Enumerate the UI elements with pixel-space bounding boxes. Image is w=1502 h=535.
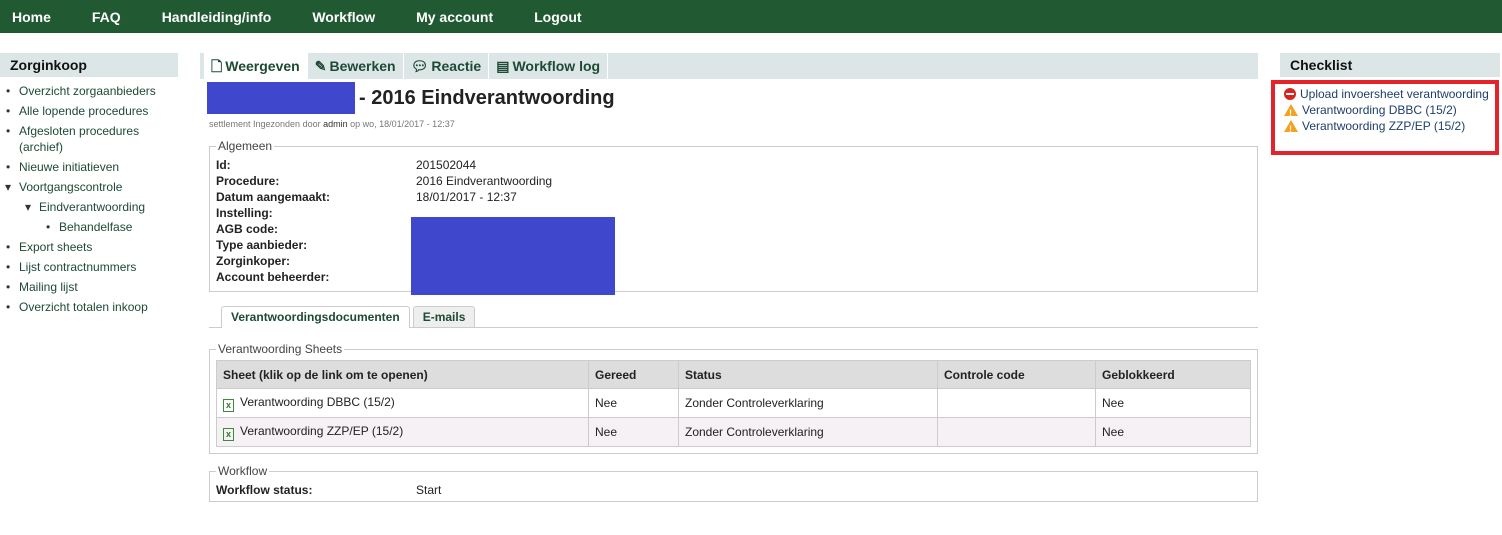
sidebar: Zorginkoop Overzicht zorgaanbieders Alle…	[0, 53, 178, 317]
sidebar-item[interactable]: Lijst contractnummers	[0, 257, 178, 277]
info-row: AGB code:	[216, 221, 1251, 237]
column-header: Controle code	[937, 360, 1096, 389]
checklist-item[interactable]: Verantwoording DBBC (15/2)	[1284, 102, 1495, 121]
cell-geblokkeerd: Nee	[1095, 388, 1251, 418]
info-row: Type aanbieder:	[216, 237, 1251, 253]
nav-handleiding[interactable]: Handleiding/info	[162, 9, 272, 25]
algemeen-fieldset: Algemeen Id: 201502044 Procedure: 2016 Eind…	[209, 139, 1258, 295]
info-label: Zorginkoper:	[216, 254, 290, 268]
info-row: Instelling:	[216, 205, 1251, 221]
pencil-icon: ✎	[314, 58, 327, 74]
table-row: x Verantwoording ZZP/EP (15/2) Nee Zonder…	[216, 417, 1251, 447]
sheet-link[interactable]: Verantwoording ZZP/EP (15/2)	[240, 424, 403, 438]
tab-weergeven[interactable]: 🗋 Weergeven	[204, 53, 308, 79]
sidebar-item[interactable]: Overzicht zorgaanbieders	[0, 81, 178, 101]
stop-icon	[1284, 88, 1296, 100]
info-row: Id: 201502044	[216, 157, 1251, 173]
sidebar-item[interactable]: Eindverantwoording	[0, 197, 178, 217]
info-value: 18/01/2017 - 12:37	[416, 190, 517, 204]
sheets-fieldset: Verantwoording Sheets Sheet (klik op de …	[209, 342, 1258, 454]
info-label: Type aanbieder:	[216, 238, 308, 252]
excel-file-icon: x	[223, 427, 234, 441]
redacted-block	[207, 82, 355, 114]
list-icon: ▤	[496, 58, 510, 74]
checklist-panel: Checklist Upload invoersheet verantwoord…	[1271, 53, 1500, 155]
info-label: Procedure:	[216, 174, 280, 188]
sidebar-item[interactable]: Alle lopende procedures	[0, 101, 178, 121]
excel-file-icon: x	[223, 398, 234, 412]
sidebar-item[interactable]: Export sheets	[0, 237, 178, 257]
column-header: Sheet (klik op de link om te openen)	[216, 360, 589, 389]
info-label: Account beheerder:	[216, 270, 330, 284]
info-row: Datum aangemaakt: 18/01/2017 - 12:37	[216, 189, 1251, 205]
nav-home[interactable]: Home	[12, 9, 51, 25]
info-row: Account beheerder:	[216, 269, 1251, 285]
document-tabs: Verantwoordingsdocumenten E-mails	[209, 306, 1258, 328]
checklist-item[interactable]: Verantwoording ZZP/EP (15/2)	[1284, 118, 1495, 137]
view-tabs: 🗋 Weergeven ✎ Bewerken 💬︎ Reactie ▤ Workflow…	[200, 53, 1258, 79]
workflow-status-label: Workflow status:	[216, 483, 313, 497]
cell-status: Zonder Controleverklaring	[678, 417, 938, 447]
sidebar-item[interactable]: Nieuwe initiatieven	[0, 157, 178, 177]
tab-e-mails[interactable]: E-mails	[412, 306, 476, 327]
cell-gereed: Nee	[588, 388, 679, 418]
sidebar-item[interactable]: Voortgangscontrole	[0, 177, 178, 197]
cell-controle-code	[937, 417, 1096, 447]
redacted-block	[411, 217, 615, 295]
checklist-title: Checklist	[1280, 53, 1500, 77]
warning-icon	[1284, 120, 1298, 137]
sidebar-item[interactable]: Afgesloten procedures (archief)	[0, 121, 178, 157]
workflow-status-value: Start	[416, 483, 442, 497]
tab-reactie[interactable]: 💬︎ Reactie	[404, 53, 490, 79]
info-label: AGB code:	[216, 222, 279, 236]
column-header: Gereed	[588, 360, 679, 389]
sheets-table: Sheet (klik op de link om te openen) Ger…	[216, 360, 1251, 447]
speech-bubble-icon: 💬︎	[410, 58, 429, 74]
cell-controle-code	[937, 388, 1096, 418]
tab-workflow-log[interactable]: ▤ Workflow log	[489, 53, 609, 79]
nav-faq[interactable]: FAQ	[92, 9, 121, 25]
document-icon: 🗋	[211, 58, 223, 74]
sheet-link[interactable]: Verantwoording DBBC (15/2)	[240, 395, 395, 409]
sidebar-item[interactable]: Mailing lijst	[0, 277, 178, 297]
tab-verantwoordingsdocumenten[interactable]: Verantwoordingsdocumenten	[221, 306, 410, 328]
top-nav: Home FAQ Handleiding/info Workflow My ac…	[0, 0, 1502, 33]
sidebar-item[interactable]: Overzicht totalen inkoop	[0, 297, 178, 317]
info-row: Procedure: 2016 Eindverantwoording	[216, 173, 1251, 189]
workflow-fieldset: Workflow Workflow status: Start	[209, 464, 1258, 502]
submission-meta: settlement Ingezonden door admin op wo, …	[209, 119, 455, 129]
info-label: Instelling:	[216, 206, 273, 220]
info-value: 2016 Eindverantwoording	[416, 174, 553, 188]
page-title: - 2016 Eindverantwoording	[359, 86, 615, 109]
warning-icon	[1284, 104, 1298, 121]
cell-geblokkeerd: Nee	[1095, 417, 1251, 447]
info-label: Datum aangemaakt:	[216, 190, 331, 204]
nav-my-account[interactable]: My account	[416, 9, 493, 25]
nav-workflow[interactable]: Workflow	[312, 9, 375, 25]
sidebar-item[interactable]: Behandelfase	[0, 217, 178, 237]
nav-logout[interactable]: Logout	[534, 9, 581, 25]
checklist-highlight: Upload invoersheet verantwoording Verant…	[1271, 80, 1499, 155]
main-content: 🗋 Weergeven ✎ Bewerken 💬︎ Reactie ▤ Workflow…	[200, 53, 1258, 502]
info-row: Zorginkoper:	[216, 253, 1251, 269]
sidebar-title: Zorginkoop	[0, 53, 178, 77]
info-value: 201502044	[416, 158, 477, 172]
table-row: x Verantwoording DBBC (15/2) Nee Zonder C…	[216, 388, 1251, 418]
tab-bewerken[interactable]: ✎ Bewerken	[308, 53, 404, 79]
column-header: Status	[678, 360, 938, 389]
column-header: Geblokkeerd	[1095, 360, 1251, 389]
cell-gereed: Nee	[588, 417, 679, 447]
cell-status: Zonder Controleverklaring	[678, 388, 938, 418]
checklist-item[interactable]: Upload invoersheet verantwoording	[1284, 86, 1495, 102]
info-label: Id:	[216, 158, 231, 172]
